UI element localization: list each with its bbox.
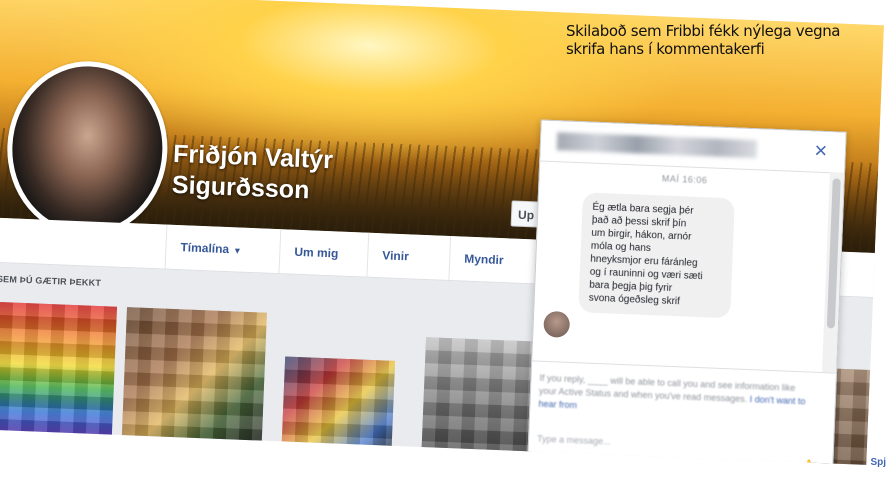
- message-input[interactable]: Type a message...: [537, 434, 611, 447]
- caption-line1: Skilaboð sem Fribbi fékk nýlega vegna: [566, 22, 841, 40]
- caption-line2: skrifa hans í kommentakerfi: [566, 40, 765, 58]
- chevron-down-icon: ▾: [234, 245, 240, 256]
- game-icon[interactable]: [697, 458, 712, 465]
- tab-about[interactable]: Um mig: [278, 229, 354, 277]
- chat-toolbar: [536, 451, 712, 465]
- facebook-screenshot: Friðjón Valtýr Sigurðsson Up Tímalína ▾ U…: [0, 0, 890, 489]
- scrollbar-thumb[interactable]: [826, 178, 841, 329]
- gif-icon[interactable]: [563, 452, 577, 465]
- camera-icon[interactable]: [616, 454, 631, 465]
- people-you-may-know-heading: E SEM ÞÚ GÆTIR ÞEKKT: [0, 273, 102, 289]
- tab-timeline[interactable]: Tímalína ▾: [164, 224, 255, 273]
- sticker-icon[interactable]: [536, 451, 550, 465]
- suggested-person-photo[interactable]: [421, 337, 536, 462]
- chat-footer: If you reply, ____ will be able to call …: [527, 360, 836, 465]
- profile-name-line2: Sigurðsson: [171, 170, 310, 205]
- article-caption: Skilaboð sem Fribbi fékk nýlega vegna sk…: [566, 22, 888, 58]
- location-icon[interactable]: [670, 457, 685, 465]
- message-request-notice: If you reply, ____ will be able to call …: [538, 372, 809, 422]
- avatar[interactable]: [543, 310, 571, 338]
- like-icon[interactable]: 👍: [798, 458, 817, 465]
- messenger-chat-window: × MAÍ 16:06 Ég ætla bara segja þér það a…: [526, 119, 847, 465]
- tab-photos[interactable]: Myndir: [448, 236, 519, 283]
- suggested-person-photo[interactable]: [281, 356, 396, 456]
- chat-sidebar-label[interactable]: Spj: [870, 457, 886, 468]
- close-icon[interactable]: ×: [808, 137, 833, 164]
- suggested-person-photo[interactable]: [0, 301, 118, 442]
- message-timestamp: MAÍ 16:06: [661, 173, 708, 186]
- tab-timeline-label: Tímalína: [180, 240, 230, 257]
- emoji-icon[interactable]: [590, 453, 604, 465]
- suggested-person-photo[interactable]: [121, 307, 267, 448]
- tab-friends[interactable]: Vinir: [366, 232, 424, 279]
- facebook-profile-page: Friðjón Valtýr Sigurðsson Up Tímalína ▾ U…: [0, 0, 884, 465]
- profile-name[interactable]: Friðjón Valtýr Sigurðsson: [171, 139, 333, 207]
- chat-scrollbar[interactable]: [822, 172, 845, 373]
- attachment-icon[interactable]: [643, 455, 658, 465]
- blurred-sender-name: [556, 132, 758, 159]
- message-bubble: Ég ætla bara segja þér það að þessi skri…: [578, 192, 735, 319]
